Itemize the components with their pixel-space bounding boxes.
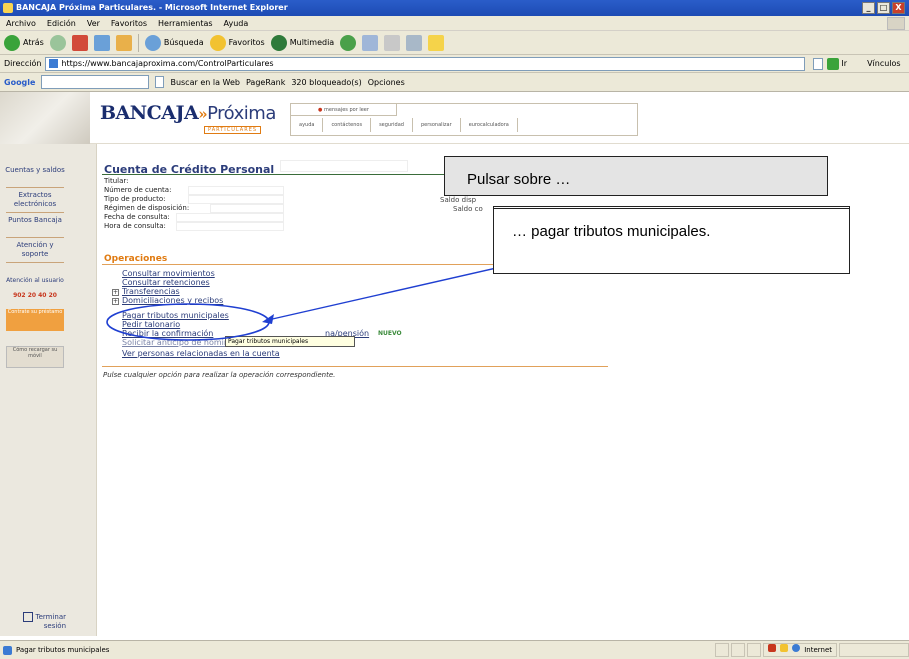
annotation-arrow-line: [267, 263, 515, 321]
globe-icon: [791, 644, 800, 652]
status-pane: [746, 643, 761, 657]
highlight-ellipse: [106, 303, 270, 341]
status-bar: Pagar tributos municipales Internet: [0, 640, 909, 659]
status-pane: [714, 643, 729, 657]
annotation-overlay: [106, 263, 515, 341]
lock-icon: [767, 644, 776, 652]
callout-step-2: … pagar tributos municipales.: [493, 208, 850, 274]
status-pane: [839, 643, 909, 657]
status-pane: [730, 643, 745, 657]
security-zone: Internet: [762, 643, 837, 657]
callout-step-1: Pulsar sobre …: [444, 156, 828, 196]
status-text: Pagar tributos municipales: [0, 646, 109, 655]
padlock-icon: [779, 644, 788, 652]
